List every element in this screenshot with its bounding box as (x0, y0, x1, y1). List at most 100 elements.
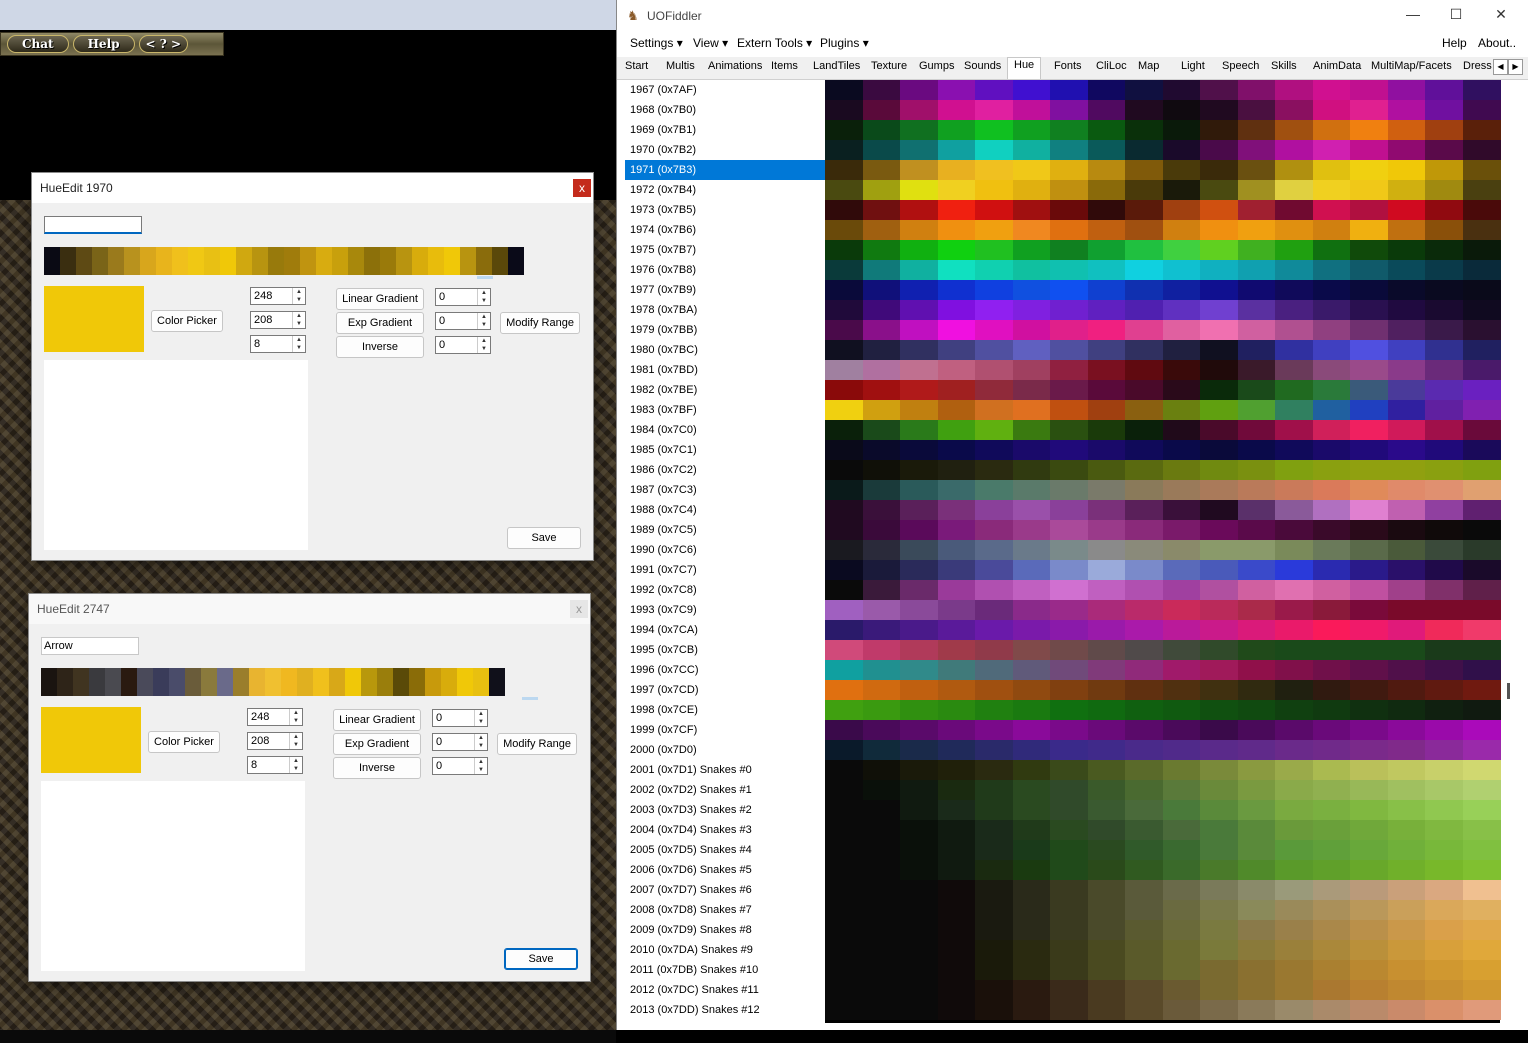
blue-spinner[interactable]: 8 ▲ ▼ (247, 756, 303, 774)
hue-list-item[interactable]: 1991 (0x7C7) (625, 560, 825, 580)
minimize-icon[interactable]: — (1403, 6, 1423, 22)
hue-list-item[interactable]: 2013 (0x7DD) Snakes #12 (625, 1000, 825, 1020)
hue-list-item[interactable]: 1994 (0x7CA) (625, 620, 825, 640)
hue-list-item[interactable]: 1985 (0x7C1) (625, 440, 825, 460)
hue-strip-cell[interactable] (41, 668, 57, 696)
tab-sounds[interactable]: Sounds (964, 60, 1001, 72)
hue-strip-cell[interactable] (393, 668, 409, 696)
hue-strip-cell[interactable] (249, 668, 265, 696)
hue-strip-cell[interactable] (441, 668, 457, 696)
menu-plugins[interactable]: Plugins ▾ (820, 36, 869, 50)
hue-strip-cell[interactable] (412, 247, 428, 275)
hue-strip-cell[interactable] (108, 247, 124, 275)
tab-multimap-facets[interactable]: MultiMap/Facets (1371, 60, 1452, 72)
hue-strip-cell[interactable] (201, 668, 217, 696)
hue-strip-cell[interactable] (156, 247, 172, 275)
menu-about[interactable]: About.. (1478, 36, 1516, 50)
blue-spinner[interactable]: 8 ▲ ▼ (250, 335, 306, 353)
hue-strip-cell[interactable] (265, 668, 281, 696)
tab-texture[interactable]: Texture (871, 60, 907, 72)
hue-list-item[interactable]: 1972 (0x7B4) (625, 180, 825, 200)
tab-hue[interactable]: Hue (1007, 57, 1042, 79)
hue-list-item[interactable]: 1993 (0x7C9) (625, 600, 825, 620)
menu-help[interactable]: Help (1442, 36, 1467, 50)
hue-list-item[interactable]: 2000 (0x7D0) (625, 740, 825, 760)
linear-gradient-button[interactable]: Linear Gradient (333, 709, 421, 731)
hue-list-item[interactable]: 1981 (0x7BD) (625, 360, 825, 380)
hue-list-item[interactable]: 2012 (0x7DC) Snakes #11 (625, 980, 825, 1000)
hue-name-input[interactable] (41, 637, 139, 655)
inverse-button[interactable]: Inverse (336, 336, 424, 358)
hue-strip-cell[interactable] (473, 668, 489, 696)
tab-skills[interactable]: Skills (1271, 60, 1297, 72)
range-end-spinner[interactable]: 0 ▲ ▼ (435, 312, 491, 330)
tab-landtiles[interactable]: LandTiles (813, 60, 860, 72)
hue-strip-cell[interactable] (300, 247, 316, 275)
tab-cliloc[interactable]: CliLoc (1096, 60, 1127, 72)
hue-strip-cell[interactable] (364, 247, 380, 275)
hue-list-item[interactable]: 1996 (0x7CC) (625, 660, 825, 680)
hue-list-item[interactable]: 1987 (0x7C3) (625, 480, 825, 500)
hue-strip-cell[interactable] (332, 247, 348, 275)
hue-list-item[interactable]: 1977 (0x7B9) (625, 280, 825, 300)
range-value-spinner[interactable]: 0 ▲ ▼ (435, 336, 491, 354)
hue-strip-cell[interactable] (345, 668, 361, 696)
hue-strip-cell[interactable] (444, 247, 460, 275)
hue-color-strip[interactable] (44, 247, 524, 275)
hue-list-item[interactable]: 1974 (0x7B6) (625, 220, 825, 240)
hue-list-item[interactable]: 2003 (0x7D3) Snakes #2 (625, 800, 825, 820)
hue-strip-cell[interactable] (476, 247, 492, 275)
hue-strip-cell[interactable] (185, 668, 201, 696)
hue-list-item[interactable]: 1989 (0x7C5) (625, 520, 825, 540)
hue-strip-cell[interactable] (89, 668, 105, 696)
game-help-button[interactable]: Help (72, 35, 135, 53)
modify-range-button[interactable]: Modify Range (497, 733, 577, 755)
hue-strip-cell[interactable] (76, 247, 92, 275)
hue-list-item[interactable]: 2011 (0x7DB) Snakes #10 (625, 960, 825, 980)
exp-gradient-button[interactable]: Exp Gradient (336, 312, 424, 334)
hue-strip-cell[interactable] (121, 668, 137, 696)
hue-strip-cell[interactable] (348, 247, 364, 275)
hue-strip-cell[interactable] (172, 247, 188, 275)
hue-list-item[interactable]: 2001 (0x7D1) Snakes #0 (625, 760, 825, 780)
hue-strip-cell[interactable] (268, 247, 284, 275)
scrollbar-thumb[interactable] (1507, 683, 1510, 699)
hue-strip-cell[interactable] (425, 668, 441, 696)
hue-strip-cell[interactable] (188, 247, 204, 275)
inverse-button[interactable]: Inverse (333, 757, 421, 779)
modify-range-button[interactable]: Modify Range (500, 312, 580, 334)
close-icon[interactable]: x (570, 600, 588, 618)
tab-light[interactable]: Light (1181, 60, 1205, 72)
hue-strip-cell[interactable] (508, 247, 524, 275)
hue-list-item[interactable]: 1999 (0x7CF) (625, 720, 825, 740)
hue-strip-cell[interactable] (284, 247, 300, 275)
tab-items[interactable]: Items (771, 60, 798, 72)
color-picker-button[interactable]: Color Picker (151, 310, 223, 332)
red-spinner[interactable]: 248 ▲ ▼ (247, 708, 303, 726)
hue-strip-cell[interactable] (252, 247, 268, 275)
hue-list-item[interactable]: 1980 (0x7BC) (625, 340, 825, 360)
hue-strip-cell[interactable] (233, 668, 249, 696)
range-start-spinner[interactable]: 0 ▲ ▼ (435, 288, 491, 306)
hue-strip-cell[interactable] (73, 668, 89, 696)
hue-list-item[interactable]: 1983 (0x7BF) (625, 400, 825, 420)
maximize-icon[interactable]: ☐ (1446, 6, 1466, 23)
hue-strip-cell[interactable] (428, 247, 444, 275)
hue-strip-cell[interactable] (377, 668, 393, 696)
hue-strip-cell[interactable] (329, 668, 345, 696)
hue-list-item[interactable]: 1969 (0x7B1) (625, 120, 825, 140)
hue-strip-cell[interactable] (217, 668, 233, 696)
hue-list-item[interactable]: 2006 (0x7D6) Snakes #5 (625, 860, 825, 880)
tab-animations[interactable]: Animations (708, 60, 762, 72)
hue-list[interactable]: 1967 (0x7AF) 1968 (0x7B0) 1969 (0x7B1) 1970… (625, 80, 825, 1023)
range-start-spinner[interactable]: 0 ▲ ▼ (432, 709, 488, 727)
hue-strip-cell[interactable] (153, 668, 169, 696)
hue-strip-cell[interactable] (313, 668, 329, 696)
hue-list-item[interactable]: 1995 (0x7CB) (625, 640, 825, 660)
close-icon[interactable]: x (573, 179, 591, 197)
hue-list-item[interactable]: 1982 (0x7BE) (625, 380, 825, 400)
menu-view[interactable]: View ▾ (693, 36, 728, 50)
range-end-spinner[interactable]: 0 ▲ ▼ (432, 733, 488, 751)
red-spinner[interactable]: 248 ▲ ▼ (250, 287, 306, 305)
hue-strip-cell[interactable] (137, 668, 153, 696)
